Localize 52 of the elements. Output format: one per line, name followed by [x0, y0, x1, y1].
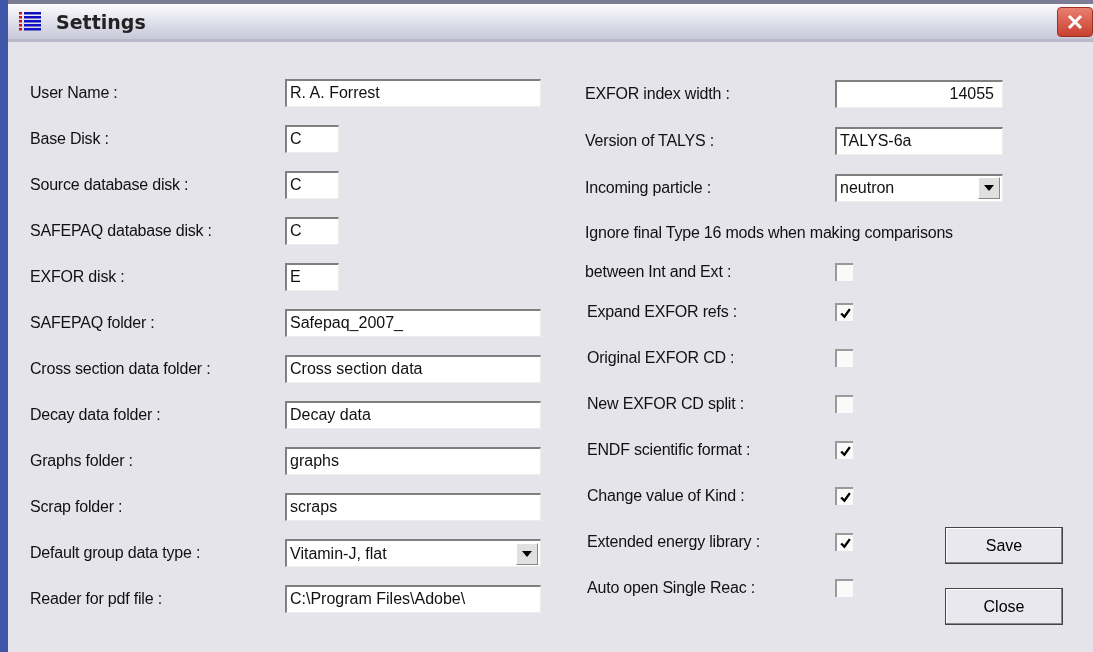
input-field[interactable]: 14055 [835, 79, 1003, 108]
dropdown[interactable]: Vitamin-J, flat [285, 539, 541, 567]
checkbox[interactable] [835, 349, 853, 367]
checkbox[interactable] [835, 263, 853, 281]
checkbox-label: between Int and Ext : [585, 263, 733, 281]
close-button[interactable] [1057, 6, 1093, 37]
checkbox-label: New EXFOR CD split : [587, 395, 745, 413]
checkbox-label: Extended energy library : [587, 533, 761, 551]
field-label: EXFOR disk : [30, 268, 126, 286]
input-field[interactable]: C [285, 217, 339, 245]
checkbox-label: Original EXFOR CD : [587, 349, 736, 367]
input-field[interactable]: Decay data [285, 401, 541, 429]
field-label: SAFEPAQ database disk : [30, 222, 213, 240]
input-field[interactable]: TALYS-6a [835, 126, 1003, 155]
checkbox[interactable] [835, 533, 853, 551]
input-field[interactable]: C [285, 125, 339, 153]
field-label: Reader for pdf file : [30, 590, 163, 608]
input-field[interactable]: R. A. Forrest [285, 79, 541, 107]
input-field[interactable]: C [285, 171, 339, 199]
field-label: EXFOR index width : [585, 84, 731, 103]
input-field[interactable]: Cross section data [285, 355, 541, 383]
dialog-button[interactable]: Close [945, 588, 1063, 625]
field-label: Default group data type : [30, 544, 202, 562]
input-field[interactable]: graphs [285, 447, 541, 475]
field-label: User Name : [30, 84, 119, 102]
checkbox-label: Expand EXFOR refs : [587, 303, 739, 321]
checkbox[interactable] [835, 579, 853, 597]
input-field[interactable]: scraps [285, 493, 541, 521]
field-label: SAFEPAQ folder : [30, 314, 156, 332]
checkbox[interactable] [835, 441, 853, 459]
field-label: Source database disk : [30, 176, 190, 194]
dropdown[interactable]: neutron [835, 173, 1003, 202]
field-label: Cross section data folder : [30, 360, 212, 378]
checkbox-label: Change value of Kind : [587, 487, 746, 505]
field-label: Graphs folder : [30, 452, 134, 470]
input-field[interactable]: Safepaq_2007_ [285, 309, 541, 337]
input-field[interactable]: E [285, 263, 339, 291]
field-label: Version of TALYS : [585, 131, 715, 150]
field-label: Base Disk : [30, 130, 110, 148]
checkbox[interactable] [835, 303, 853, 321]
field-label: Decay data folder : [30, 406, 162, 424]
option-label: Ignore final Type 16 mods when making comparisons [585, 223, 954, 243]
list-icon [18, 9, 44, 34]
checkbox[interactable] [835, 487, 853, 505]
dialog-button[interactable]: Save [945, 527, 1063, 564]
field-label: Incoming particle : [585, 178, 713, 197]
checkbox[interactable] [835, 395, 853, 413]
field-label: Scrap folder : [30, 498, 124, 516]
checkbox-label: ENDF scientific format : [587, 441, 752, 459]
checkbox-label: Auto open Single Reac : [587, 579, 756, 597]
input-field[interactable]: C:\Program Files\Adobe\ [285, 585, 541, 613]
window-title: Settings [56, 10, 147, 33]
